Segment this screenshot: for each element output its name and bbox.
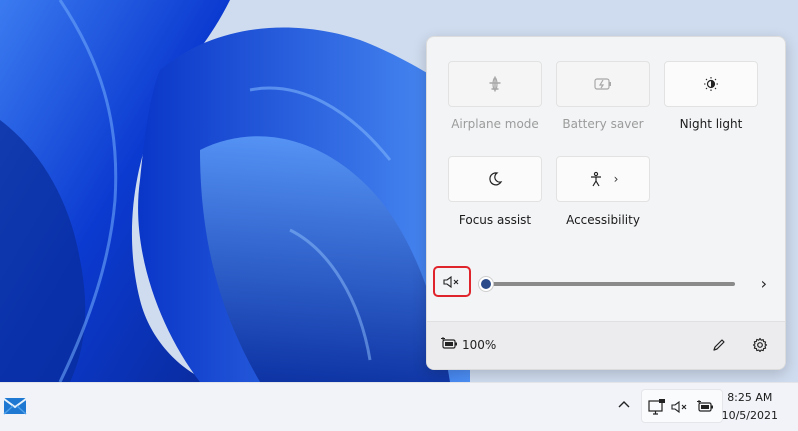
accessibility-tile[interactable]: › [556, 156, 650, 202]
volume-output-chevron-icon[interactable]: › [761, 274, 767, 293]
battery-charging-icon [441, 337, 457, 349]
network-icon [648, 399, 665, 415]
chevron-up-icon [618, 401, 630, 408]
accessibility-icon [590, 171, 601, 187]
moon-icon [489, 172, 503, 186]
battery-saver-tile[interactable] [556, 61, 650, 107]
focus-assist-tile[interactable] [448, 156, 542, 202]
night-light-tile[interactable] [664, 61, 758, 107]
system-tray-quick-settings-button[interactable] [641, 389, 723, 423]
accessibility-label: Accessibility [566, 213, 640, 227]
volume-slider-thumb-dot [481, 279, 491, 289]
mail-icon[interactable] [3, 396, 27, 416]
mute-toggle-button[interactable] [433, 266, 471, 297]
battery-charging-icon [697, 400, 713, 412]
quick-settings-footer: 100% [427, 321, 785, 369]
airplane-icon [489, 76, 501, 92]
clock-date: 10/5/2021 [721, 409, 778, 422]
night-light-label: Night light [679, 117, 743, 131]
gear-icon[interactable] [752, 337, 768, 353]
battery-saver-label: Battery saver [562, 117, 644, 131]
speaker-muted-icon [443, 275, 459, 288]
battery-percentage[interactable]: 100% [462, 338, 496, 352]
pencil-icon[interactable] [711, 337, 727, 353]
airplane-mode-label: Airplane mode [451, 117, 539, 131]
clock-time: 8:25 AM [727, 391, 773, 404]
airplane-mode-tile[interactable] [448, 61, 542, 107]
volume-row: › [427, 263, 785, 307]
battery-saver-icon [594, 78, 611, 90]
accessibility-chevron-icon: › [613, 172, 619, 186]
clock-button[interactable]: 8:25 AM 10/5/2021 [722, 389, 778, 425]
night-light-icon [704, 77, 718, 91]
taskbar: 8:25 AM 10/5/2021 [0, 382, 798, 431]
focus-assist-label: Focus assist [458, 213, 532, 227]
show-hidden-icons-button[interactable] [614, 395, 634, 415]
volume-slider-thumb[interactable] [478, 276, 494, 292]
speaker-muted-icon [671, 400, 687, 414]
quick-settings-panel: Airplane mode Battery saver Night light … [426, 36, 786, 370]
volume-slider-track[interactable] [484, 282, 735, 286]
